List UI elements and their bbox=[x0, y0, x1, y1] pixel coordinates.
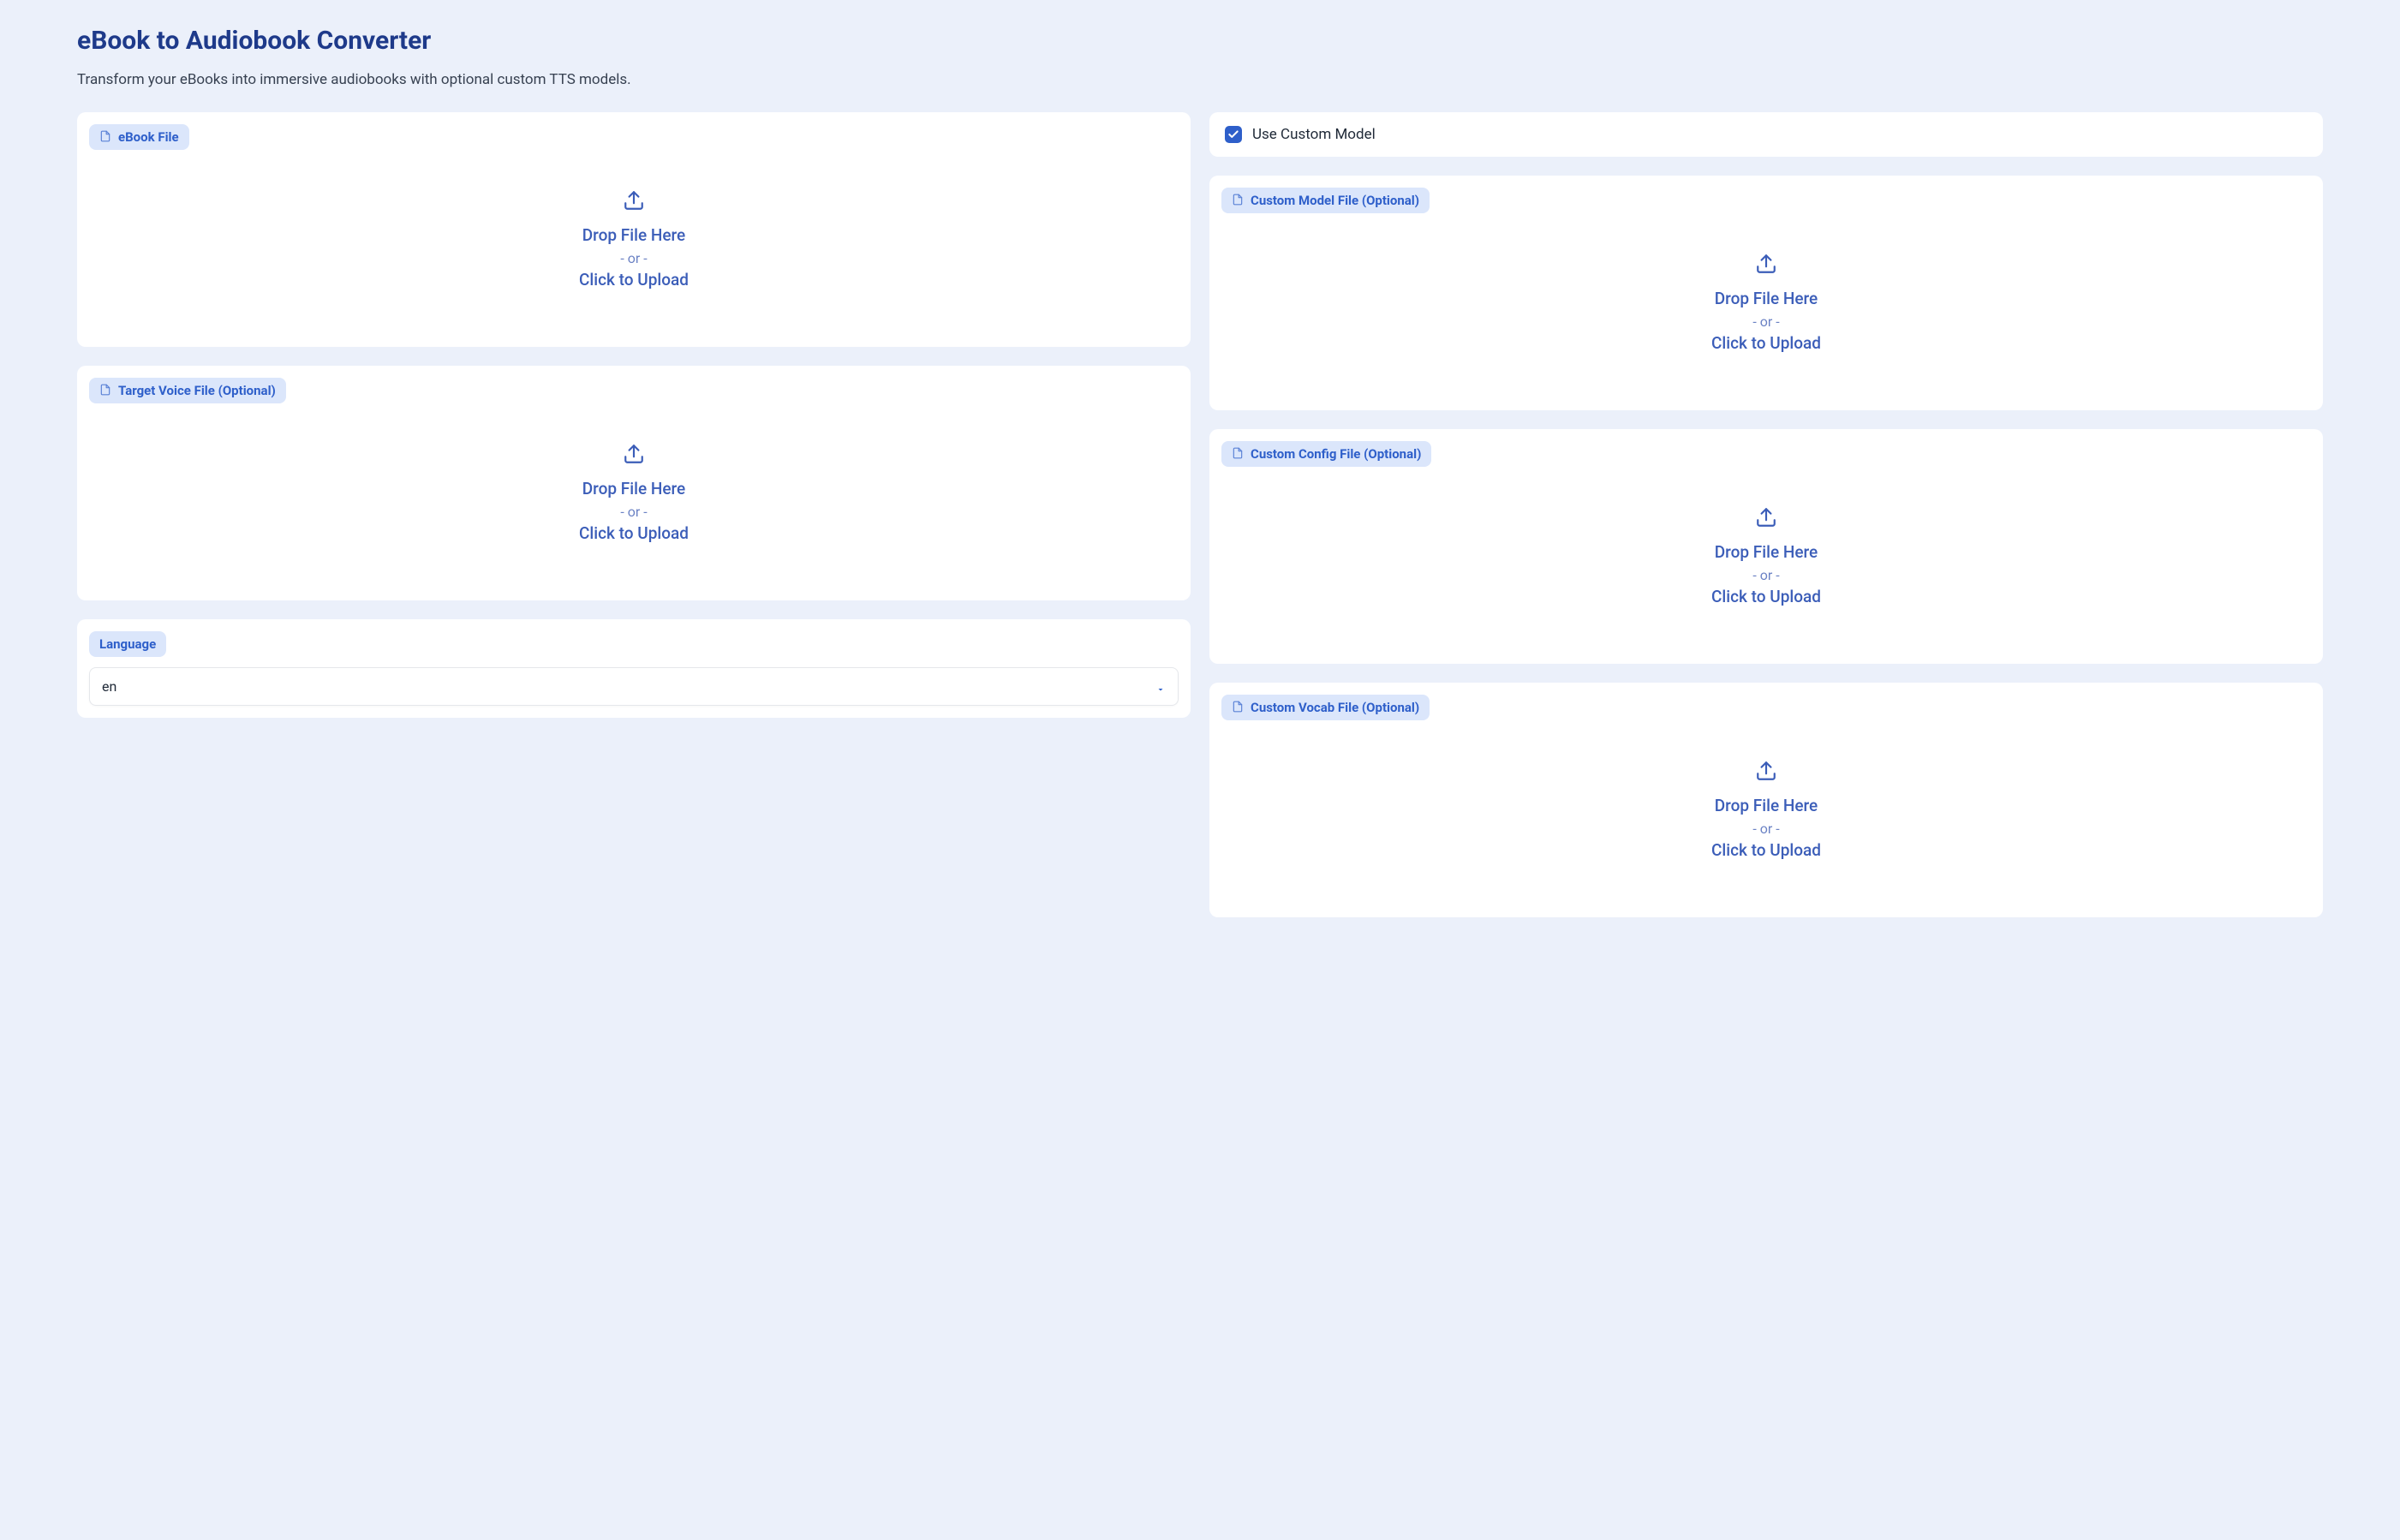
click-upload-text: Click to Upload bbox=[1711, 585, 1821, 610]
upload-icon bbox=[1755, 253, 1777, 275]
left-column: eBook File Drop File Here - or - Click t… bbox=[77, 112, 1191, 917]
drop-or-text: - or - bbox=[620, 504, 647, 520]
drop-or-text: - or - bbox=[1752, 821, 1779, 837]
click-upload-text: Click to Upload bbox=[579, 522, 689, 546]
drop-or-text: - or - bbox=[1752, 567, 1779, 583]
page-subtitle: Transform your eBooks into immersive aud… bbox=[77, 71, 2323, 88]
voice-file-card: Target Voice File (Optional) Drop File H… bbox=[77, 366, 1191, 600]
file-icon bbox=[1232, 194, 1244, 207]
file-icon bbox=[1232, 701, 1244, 714]
custom-config-file-dropzone[interactable]: Drop File Here - or - Click to Upload bbox=[1221, 472, 2311, 652]
drop-here-text: Drop File Here bbox=[1715, 540, 1818, 565]
custom-vocab-file-label-text: Custom Vocab File (Optional) bbox=[1251, 700, 1419, 715]
upload-icon bbox=[1755, 506, 1777, 528]
right-column: Use Custom Model Custom Model File (Opti… bbox=[1209, 112, 2323, 917]
language-select[interactable]: en bbox=[89, 667, 1179, 706]
page-title: eBook to Audiobook Converter bbox=[77, 26, 2323, 56]
click-upload-text: Click to Upload bbox=[1711, 331, 1821, 356]
custom-vocab-file-card: Custom Vocab File (Optional) Drop File H… bbox=[1209, 683, 2323, 917]
voice-file-dropzone[interactable]: Drop File Here - or - Click to Upload bbox=[89, 409, 1179, 588]
file-icon bbox=[99, 384, 111, 397]
file-icon bbox=[1232, 447, 1244, 461]
click-upload-text: Click to Upload bbox=[1711, 839, 1821, 863]
custom-model-file-label: Custom Model File (Optional) bbox=[1221, 188, 1430, 213]
ebook-file-dropzone[interactable]: Drop File Here - or - Click to Upload bbox=[89, 155, 1179, 335]
voice-file-label-text: Target Voice File (Optional) bbox=[118, 383, 276, 398]
custom-model-file-label-text: Custom Model File (Optional) bbox=[1251, 193, 1419, 208]
language-value: en bbox=[102, 678, 116, 695]
custom-model-checkbox[interactable] bbox=[1225, 126, 1242, 143]
click-upload-text: Click to Upload bbox=[579, 268, 689, 293]
custom-vocab-file-label: Custom Vocab File (Optional) bbox=[1221, 695, 1430, 720]
drop-here-text: Drop File Here bbox=[1715, 287, 1818, 312]
upload-icon bbox=[1755, 760, 1777, 782]
file-icon bbox=[99, 130, 111, 144]
language-card: Language en bbox=[77, 619, 1191, 718]
upload-icon bbox=[623, 189, 645, 212]
ebook-file-label: eBook File bbox=[89, 124, 189, 150]
drop-here-text: Drop File Here bbox=[582, 477, 686, 502]
ebook-file-label-text: eBook File bbox=[118, 129, 179, 145]
drop-or-text: - or - bbox=[1752, 313, 1779, 330]
drop-or-text: - or - bbox=[620, 250, 647, 266]
custom-vocab-file-dropzone[interactable]: Drop File Here - or - Click to Upload bbox=[1221, 725, 2311, 905]
custom-model-checkbox-card: Use Custom Model bbox=[1209, 112, 2323, 157]
ebook-file-card: eBook File Drop File Here - or - Click t… bbox=[77, 112, 1191, 347]
custom-config-file-card: Custom Config File (Optional) Drop File … bbox=[1209, 429, 2323, 664]
custom-model-file-dropzone[interactable]: Drop File Here - or - Click to Upload bbox=[1221, 218, 2311, 398]
language-label: Language bbox=[89, 631, 166, 657]
drop-here-text: Drop File Here bbox=[582, 224, 686, 248]
custom-config-file-label-text: Custom Config File (Optional) bbox=[1251, 446, 1421, 462]
chevron-down-icon bbox=[1155, 682, 1166, 692]
custom-model-file-card: Custom Model File (Optional) Drop File H… bbox=[1209, 176, 2323, 410]
custom-config-file-label: Custom Config File (Optional) bbox=[1221, 441, 1431, 467]
upload-icon bbox=[623, 443, 645, 465]
drop-here-text: Drop File Here bbox=[1715, 794, 1818, 819]
custom-model-checkbox-label: Use Custom Model bbox=[1252, 126, 1376, 143]
voice-file-label: Target Voice File (Optional) bbox=[89, 378, 286, 403]
